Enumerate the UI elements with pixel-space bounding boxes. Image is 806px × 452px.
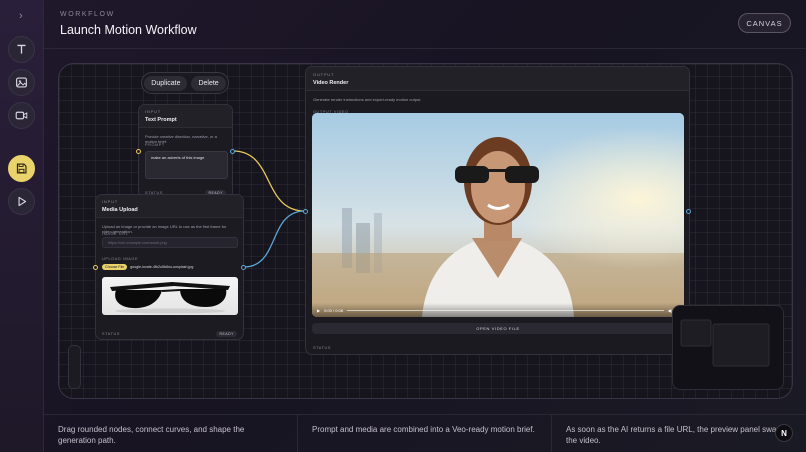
video-render-node[interactable]: OUTPUT Video Render Generate render inst…	[305, 66, 690, 355]
video-tool-button[interactable]	[8, 102, 35, 129]
delete-button[interactable]: Delete	[191, 75, 226, 91]
status-label: STATUS	[102, 332, 121, 336]
save-icon	[16, 163, 27, 174]
app-logo-badge[interactable]: N	[775, 424, 793, 442]
node-title: Text Prompt	[145, 117, 177, 123]
open-video-file-button[interactable]: OPEN VIDEO FILE	[312, 323, 684, 334]
status-label: STATUS	[313, 346, 332, 350]
sunglasses-image	[110, 282, 230, 314]
node-description: Generate render instructions and export-…	[313, 97, 422, 102]
prompt-label: PROMPT	[145, 143, 165, 147]
uploaded-image-preview	[102, 277, 238, 315]
prompt-textarea[interactable]: make an adverts of this image	[145, 151, 228, 179]
page-title: Launch Motion Workflow	[60, 23, 197, 37]
text-prompt-node[interactable]: INPUT Text Prompt Provide creative direc…	[138, 104, 233, 199]
video-controls: ▶ 0:00 / 0:08 ◀) ⛶	[312, 303, 684, 317]
output-output-port[interactable]	[685, 208, 691, 214]
duplicate-button[interactable]: Duplicate	[144, 75, 188, 91]
video-player[interactable]: ▶ 0:00 / 0:08 ◀) ⛶	[312, 113, 684, 317]
canvas-minimap[interactable]	[672, 305, 784, 390]
node-title: Media Upload	[102, 207, 138, 213]
node-toolbar: Duplicate Delete	[141, 72, 229, 94]
node-kicker: OUTPUT	[313, 72, 335, 77]
node-title: Video Render	[313, 80, 349, 86]
page-eyebrow: WORKFLOW	[60, 11, 115, 18]
zoom-controls[interactable]	[68, 345, 81, 389]
video-progress-track[interactable]	[346, 309, 664, 311]
image-tool-button[interactable]	[8, 69, 35, 96]
footer-hints: Drag rounded nodes, connect curves, and …	[44, 414, 806, 452]
node-kicker: INPUT	[102, 199, 118, 204]
output-input-port[interactable]	[302, 208, 308, 214]
file-picker: Choose File google-lovate-4fb2u5b8no-uns…	[102, 262, 238, 272]
header-divider	[44, 48, 806, 49]
save-button[interactable]	[8, 155, 35, 182]
play-icon[interactable]: ▶	[317, 308, 320, 313]
upload-image-label: UPLOAD IMAGE	[102, 257, 139, 261]
media-output-port[interactable]	[240, 264, 246, 270]
sidebar: ›	[0, 0, 44, 452]
status-row: STATUS READY	[102, 331, 237, 337]
text-tool-button[interactable]	[8, 36, 35, 63]
node-header: INPUT Media Upload	[96, 195, 243, 218]
node-kicker: INPUT	[145, 109, 161, 114]
node-header: OUTPUT Video Render	[306, 67, 689, 91]
prompt-output-port[interactable]	[229, 148, 235, 154]
media-upload-node[interactable]: INPUT Media Upload Upload an image or pr…	[95, 194, 244, 340]
image-url-input[interactable]: https://cdn.example.com/asset.png	[102, 237, 238, 248]
image-url-label: IMAGE URL	[102, 232, 129, 236]
video-frame	[312, 113, 684, 317]
footer-hint: Drag rounded nodes, connect curves, and …	[44, 415, 298, 452]
chevron-right-icon[interactable]: ›	[19, 10, 23, 22]
footer-hint: Prompt and media are combined into a Veo…	[298, 415, 552, 452]
play-icon	[18, 196, 27, 207]
prompt-input-port[interactable]	[135, 148, 141, 154]
node-header: INPUT Text Prompt	[139, 105, 232, 128]
video-icon	[15, 111, 28, 120]
choose-file-button[interactable]: Choose File	[102, 264, 128, 270]
run-button[interactable]	[8, 188, 35, 215]
media-input-port[interactable]	[92, 264, 98, 270]
footer-hint: As soon as the AI returns a file URL, th…	[566, 425, 785, 445]
minimap-view	[680, 319, 770, 367]
text-icon	[17, 44, 26, 54]
video-time: 0:00 / 0:08	[324, 307, 343, 313]
selected-file-name: google-lovate-4fb2u5b8no-unsplash.jpg	[130, 265, 194, 269]
status-badge: READY	[216, 331, 237, 337]
canvas-button[interactable]: CANVAS	[738, 13, 791, 33]
image-icon	[16, 77, 27, 88]
